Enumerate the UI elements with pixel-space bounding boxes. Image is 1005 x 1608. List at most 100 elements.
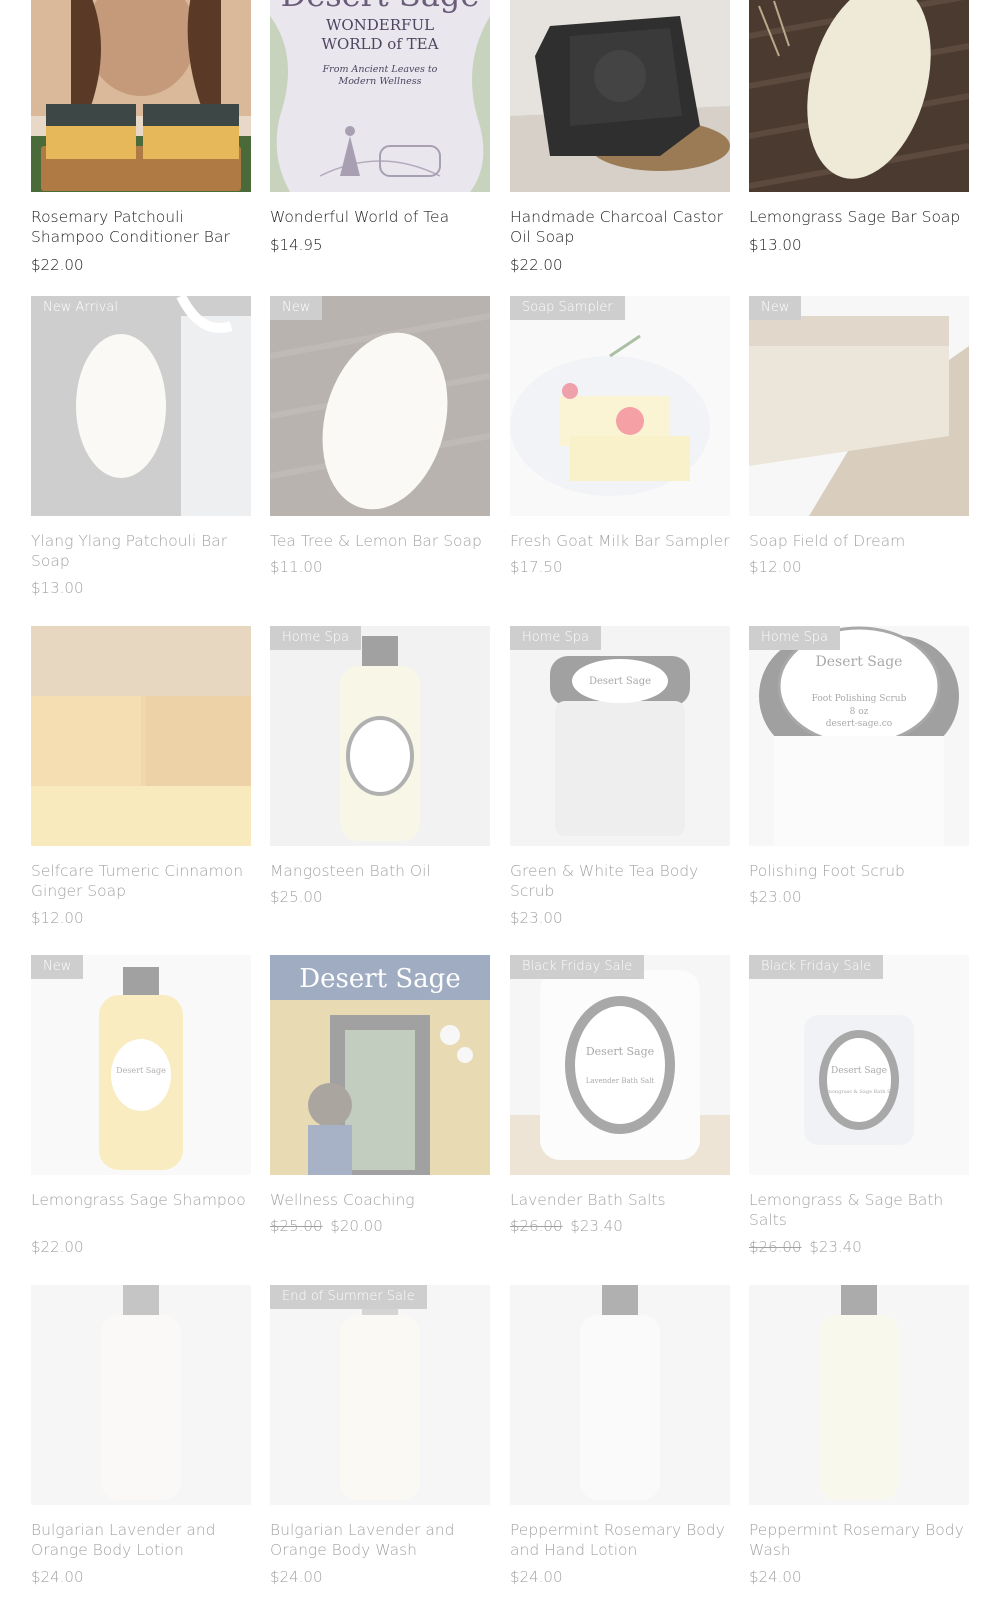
product-image[interactable] xyxy=(31,1285,251,1505)
product-ribbon: Home Spa xyxy=(270,626,361,650)
product-image[interactable]: Desert Sage Lavender Bath Salt xyxy=(510,955,730,1175)
product-row: New Arrival Ylang Ylang Patchouli Bar So… xyxy=(31,296,991,619)
jar-photo: Desert Sage Foot Polishing Scrub 8 oz de… xyxy=(749,626,969,846)
product-card[interactable]: Bulgarian Lavender and Orange Body Lotio… xyxy=(31,1285,251,1595)
product-price: $17.50 xyxy=(510,558,563,576)
product-price: $22.00 xyxy=(510,256,563,274)
book-title: Desert Sage xyxy=(281,0,480,14)
product-name[interactable]: Lemongrass Sage Bar Soap xyxy=(749,207,971,227)
product-price: $24.00 xyxy=(510,1568,563,1586)
book-cover: Desert Sage WONDERFUL WORLD of TEA From … xyxy=(270,0,490,192)
product-image[interactable] xyxy=(749,296,969,516)
product-name[interactable]: Peppermint Rosemary Body Wash xyxy=(749,1520,971,1560)
product-card[interactable]: Desert Sage Lemongrass & Sage Bath Salt … xyxy=(749,955,969,1265)
product-card[interactable]: Desert Sage Lavender Bath Salt Black Fri… xyxy=(510,955,730,1265)
oval-soap-photo xyxy=(31,296,251,516)
product-card[interactable]: End of Summer Sale Bulgarian Lavender an… xyxy=(270,1285,490,1595)
product-price: $25.00 $20.00 xyxy=(270,1217,383,1235)
product-name[interactable]: Peppermint Rosemary Body and Hand Lotion xyxy=(510,1520,732,1560)
product-card[interactable]: Desert Sage Foot Polishing Scrub 8 oz de… xyxy=(749,626,969,936)
product-image[interactable] xyxy=(270,1285,490,1505)
product-card[interactable]: Home Spa Mangosteen Bath Oil $25.00 xyxy=(270,626,490,936)
product-image[interactable] xyxy=(510,1285,730,1505)
product-card[interactable]: Desert Sage Wellness Coaching $25.00 $20… xyxy=(270,955,490,1265)
product-card[interactable]: Desert Sage New Lemongrass Sage Shampoo … xyxy=(31,955,251,1265)
product-card[interactable]: Selfcare Tumeric Cinnamon Ginger Soap $1… xyxy=(31,626,251,936)
store-sign: Desert Sage xyxy=(299,964,460,994)
jar-label: Lemongrass & Sage Bath Salt xyxy=(821,1089,897,1095)
soap-bars-photo xyxy=(31,0,251,192)
product-image[interactable] xyxy=(510,0,730,192)
product-row: Desert Sage New Lemongrass Sage Shampoo … xyxy=(31,955,991,1278)
product-card[interactable]: Lemongrass Sage Bar Soap $13.00 xyxy=(749,0,969,306)
product-card[interactable]: Desert Sage Home Spa Green & White Tea B… xyxy=(510,626,730,936)
product-ribbon: New xyxy=(270,296,323,320)
product-image[interactable]: Desert Sage xyxy=(270,955,490,1175)
product-price: $12.00 xyxy=(31,909,84,927)
product-image[interactable] xyxy=(749,1285,969,1505)
product-price: $24.00 xyxy=(270,1568,323,1586)
product-price: $26.00 $23.40 xyxy=(510,1217,623,1235)
product-name[interactable]: Bulgarian Lavender and Orange Body Wash xyxy=(270,1520,492,1560)
product-name[interactable]: Soap Field of Dream xyxy=(749,531,971,551)
product-image[interactable]: Desert Sage Lemongrass & Sage Bath Salt xyxy=(749,955,969,1175)
book-tagline: Modern Wellness xyxy=(337,76,421,87)
product-image[interactable] xyxy=(749,0,969,192)
product-ribbon: Black Friday Sale xyxy=(749,955,884,979)
product-name[interactable]: Green & White Tea Body Scrub xyxy=(510,861,732,901)
original-price: $26.00 xyxy=(510,1217,563,1235)
original-price: $26.00 xyxy=(749,1238,802,1256)
product-name[interactable]: Handmade Charcoal Castor Oil Soap xyxy=(510,207,732,247)
product-name[interactable]: Lemongrass & Sage Bath Salts xyxy=(749,1190,971,1230)
product-ribbon: New xyxy=(31,955,84,979)
product-price: $22.00 xyxy=(31,1238,84,1256)
product-name[interactable]: Selfcare Tumeric Cinnamon Ginger Soap xyxy=(31,861,253,901)
product-ribbon: Home Spa xyxy=(510,626,601,650)
product-row: Selfcare Tumeric Cinnamon Ginger Soap $1… xyxy=(31,626,991,949)
product-price: $22.00 xyxy=(31,256,84,274)
product-name[interactable]: Lavender Bath Salts xyxy=(510,1190,732,1210)
product-image[interactable] xyxy=(510,296,730,516)
product-name[interactable]: Tea Tree & Lemon Bar Soap xyxy=(270,531,492,551)
product-name[interactable]: Polishing Foot Scrub xyxy=(749,861,971,881)
original-price: $25.00 xyxy=(270,1217,323,1235)
product-image[interactable] xyxy=(31,296,251,516)
product-name[interactable]: Bulgarian Lavender and Orange Body Lotio… xyxy=(31,1520,253,1560)
product-card[interactable]: New Tea Tree & Lemon Bar Soap $11.00 xyxy=(270,296,490,606)
product-card[interactable]: Handmade Charcoal Castor Oil Soap $22.00 xyxy=(510,0,730,306)
product-name[interactable]: Rosemary Patchouli Shampoo Conditioner B… xyxy=(31,207,253,247)
product-image[interactable] xyxy=(270,296,490,516)
product-price: $13.00 xyxy=(31,579,84,597)
product-image[interactable]: Desert Sage xyxy=(510,626,730,846)
jar-label: Foot Polishing Scrub xyxy=(812,694,907,704)
product-card[interactable]: Rosemary Patchouli Shampoo Conditioner B… xyxy=(31,0,251,306)
product-image[interactable]: Desert Sage WONDERFUL WORLD of TEA From … xyxy=(270,0,490,192)
bath-salt-tub-photo: Desert Sage Lavender Bath Salt xyxy=(510,955,730,1175)
oval-soap-photo xyxy=(749,0,969,192)
product-card[interactable]: New Arrival Ylang Ylang Patchouli Bar So… xyxy=(31,296,251,606)
product-image[interactable]: Desert Sage xyxy=(31,955,251,1175)
product-card[interactable]: New Soap Field of Dream $12.00 xyxy=(749,296,969,606)
product-image[interactable]: Desert Sage Foot Polishing Scrub 8 oz de… xyxy=(749,626,969,846)
product-row: Rosemary Patchouli Shampoo Conditioner B… xyxy=(31,0,991,319)
product-image[interactable] xyxy=(31,0,251,192)
product-image[interactable] xyxy=(270,626,490,846)
product-name[interactable]: Wonderful World of Tea xyxy=(270,207,492,227)
product-name[interactable]: Lemongrass Sage Shampoo xyxy=(31,1190,253,1210)
product-card[interactable]: Soap Sampler Fresh Goat Milk Bar Sampler… xyxy=(510,296,730,606)
product-name[interactable]: Wellness Coaching xyxy=(270,1190,492,1210)
product-ribbon: New xyxy=(749,296,802,320)
product-name[interactable]: Mangosteen Bath Oil xyxy=(270,861,492,881)
product-name[interactable]: Fresh Goat Milk Bar Sampler xyxy=(510,531,732,551)
product-card[interactable]: Desert Sage WONDERFUL WORLD of TEA From … xyxy=(270,0,490,306)
blurred-bottle-photo xyxy=(31,1285,251,1505)
book-subtitle: WONDERFUL xyxy=(326,16,434,34)
product-card[interactable]: Peppermint Rosemary Body Wash $24.00 xyxy=(749,1285,969,1595)
product-name[interactable]: Ylang Ylang Patchouli Bar Soap xyxy=(31,531,253,571)
product-price: $26.00 $23.40 xyxy=(749,1238,862,1256)
tub-label: Lavender Bath Salt xyxy=(586,1077,655,1085)
product-price: $12.00 xyxy=(749,558,802,576)
sale-price: $20.00 xyxy=(330,1217,383,1235)
product-image[interactable] xyxy=(31,626,251,846)
product-card[interactable]: Peppermint Rosemary Body and Hand Lotion… xyxy=(510,1285,730,1595)
